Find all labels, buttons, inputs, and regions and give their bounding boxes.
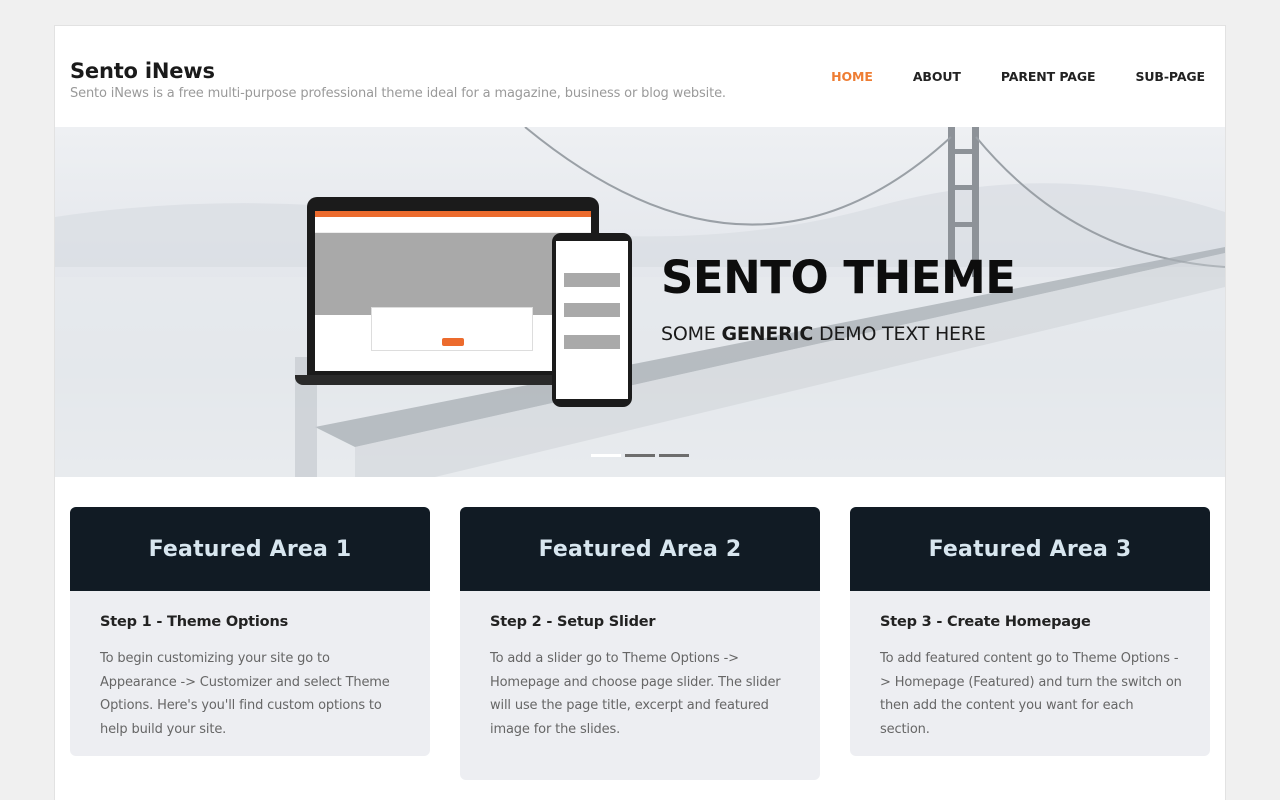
featured-area-2: Featured Area 2 Step 2 - Setup Slider To… <box>460 507 820 780</box>
featured-area-3-title[interactable]: Step 3 - Create Homepage <box>880 614 1091 630</box>
nav-item-sub-page[interactable]: SUB-PAGE <box>1135 69 1205 84</box>
featured-area-2-banner[interactable]: Featured Area 2 <box>460 507 820 591</box>
slider-pagination <box>591 454 693 457</box>
slider-dot-1[interactable] <box>591 454 621 457</box>
hero-subtitle: SOME GENERIC DEMO TEXT HERE <box>661 323 986 345</box>
site-header: Sento iNews Sento iNews is a free multi-… <box>55 26 1225 127</box>
nav-item-home[interactable]: HOME <box>831 69 873 84</box>
featured-area-3: Featured Area 3 Step 3 - Create Homepage… <box>850 507 1210 756</box>
featured-area-3-text: To add featured content go to Theme Opti… <box>880 651 1182 737</box>
bridge-background-image <box>55 127 1225 477</box>
nav-item-about[interactable]: ABOUT <box>913 69 961 84</box>
featured-area-1: Featured Area 1 Step 1 - Theme Options T… <box>70 507 430 756</box>
slider-dot-3[interactable] <box>659 454 689 457</box>
featured-area-3-banner[interactable]: Featured Area 3 <box>850 507 1210 591</box>
featured-area-2-text: To add a slider go to Theme Options -> H… <box>490 651 781 737</box>
hero-title: SENTO THEME <box>661 251 1016 304</box>
hero-slider[interactable]: SENTO THEME SOME GENERIC DEMO TEXT HERE <box>55 127 1225 477</box>
featured-area-1-text: To begin customizing your site go to App… <box>100 651 390 737</box>
nav-item-parent-page[interactable]: PARENT PAGE <box>1001 69 1096 84</box>
featured-area-1-title[interactable]: Step 1 - Theme Options <box>100 614 288 630</box>
page-container: Sento iNews Sento iNews is a free multi-… <box>54 25 1226 800</box>
featured-area-2-title[interactable]: Step 2 - Setup Slider <box>490 614 656 630</box>
slider-dot-2[interactable] <box>625 454 655 457</box>
phone-mockup-image <box>552 233 632 407</box>
site-title[interactable]: Sento iNews <box>70 59 215 83</box>
main-nav: HOME ABOUT PARENT PAGE SUB-PAGE <box>791 69 1205 84</box>
site-description: Sento iNews is a free multi-purpose prof… <box>70 86 726 101</box>
featured-area-1-banner[interactable]: Featured Area 1 <box>70 507 430 591</box>
